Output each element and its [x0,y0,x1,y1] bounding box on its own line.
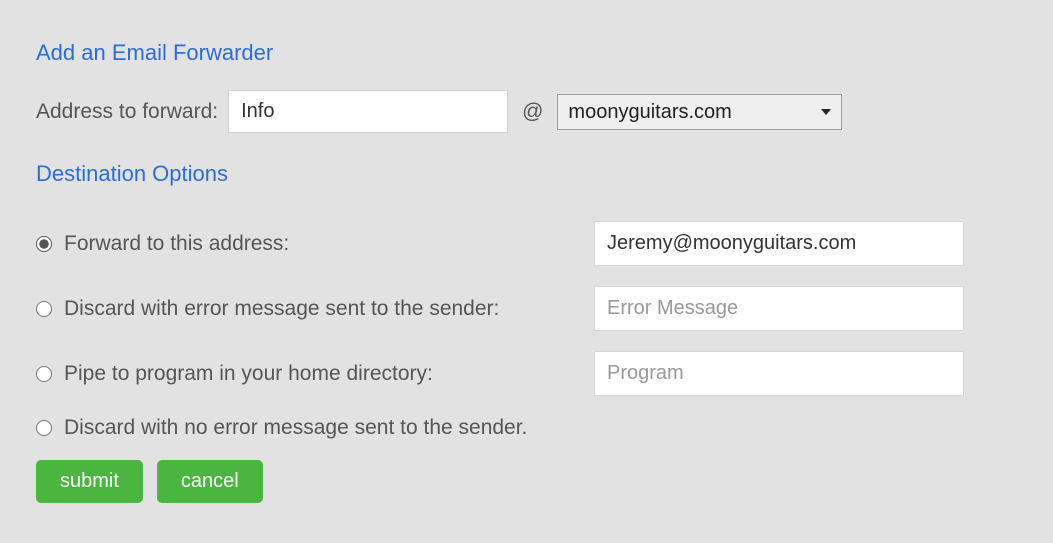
discard-silent-radio[interactable] [36,420,52,436]
email-forwarder-panel: Add an Email Forwarder Address to forwar… [0,0,1053,543]
pipe-label: Pipe to program in your home directory: [64,362,594,386]
discard-error-radio[interactable] [36,301,52,317]
forward-address-input[interactable] [594,221,964,266]
cancel-button[interactable]: cancel [157,460,263,503]
domain-select[interactable]: moonyguitars.com [557,94,842,130]
address-input[interactable] [228,90,508,133]
discard-silent-label: Discard with no error message sent to th… [64,416,964,440]
option-discard-error-row: Discard with error message sent to the s… [36,286,964,331]
error-message-input[interactable] [594,286,964,331]
forward-radio[interactable] [36,236,52,252]
address-label: Address to forward: [36,100,218,124]
discard-error-label: Discard with error message sent to the s… [64,297,594,321]
destination-heading: Destination Options [36,161,1017,187]
button-row: submit cancel [36,460,1017,503]
option-pipe-row: Pipe to program in your home directory: [36,351,964,396]
program-input[interactable] [594,351,964,396]
pipe-radio[interactable] [36,366,52,382]
address-row: Address to forward: @ moonyguitars.com [36,90,1017,133]
option-forward-row: Forward to this address: [36,221,964,266]
main-heading: Add an Email Forwarder [36,40,1017,66]
submit-button[interactable]: submit [36,460,143,503]
option-discard-silent-row: Discard with no error message sent to th… [36,416,964,440]
at-symbol: @ [518,100,547,124]
forward-label: Forward to this address: [64,232,594,256]
